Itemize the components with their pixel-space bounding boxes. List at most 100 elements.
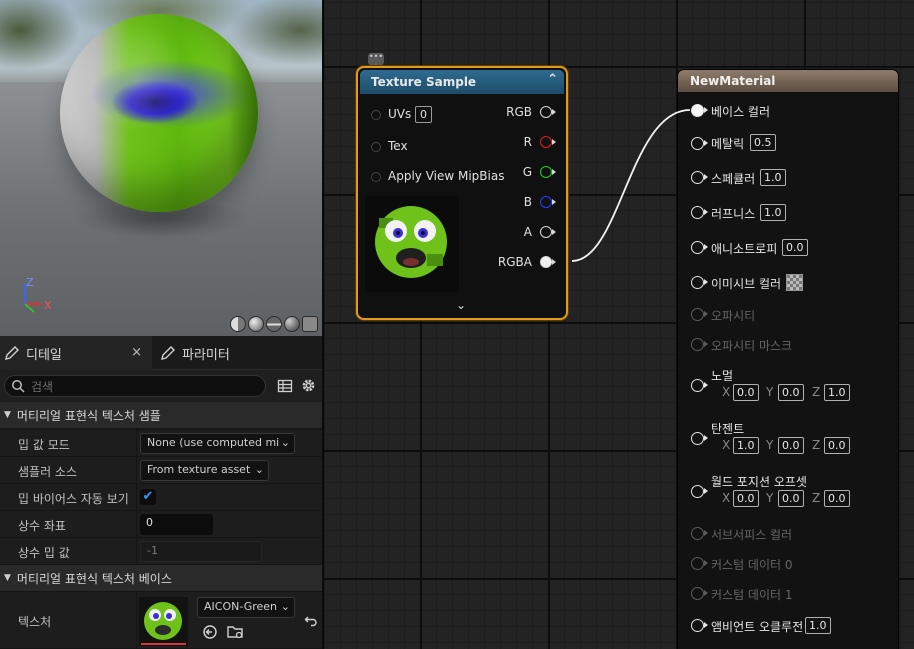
axis-x-label: X bbox=[722, 438, 731, 452]
a-output-label: A bbox=[523, 225, 532, 239]
property-row-const-mip-value: 상수 밉 값 -1 bbox=[0, 538, 322, 565]
expand-chevron-icon[interactable]: ⌄ bbox=[456, 298, 466, 312]
axis-x-label: X bbox=[722, 491, 731, 505]
uvs-input-pin[interactable] bbox=[371, 110, 381, 120]
browse-folder-icon[interactable] bbox=[227, 624, 245, 640]
search-input[interactable]: 검색 bbox=[4, 375, 266, 397]
material-result-node[interactable]: NewMaterial 베이스 컬러 메탈릭 0.5 스페큘러 1.0 러프니스… bbox=[678, 70, 898, 649]
uvs-input-label: UVs bbox=[388, 107, 412, 121]
cube-preview-icon[interactable] bbox=[248, 316, 264, 332]
emissive-color-pin[interactable] bbox=[691, 276, 708, 289]
axis-x-label: X bbox=[44, 299, 52, 312]
custom-mesh-preview-icon[interactable] bbox=[302, 316, 318, 332]
property-label: 밉 값 모드 bbox=[18, 438, 70, 452]
chevron-down-icon: ▼ bbox=[4, 573, 11, 583]
metallic-pin[interactable] bbox=[691, 137, 708, 150]
details-search-row: 검색 bbox=[0, 370, 322, 402]
tangent-y-value[interactable]: 0.0 bbox=[778, 437, 804, 454]
r-output-pin[interactable] bbox=[540, 136, 556, 148]
comment-bubble-icon[interactable]: ••• bbox=[368, 53, 384, 65]
world-position-offset-pin[interactable] bbox=[691, 485, 708, 498]
roughness-pin[interactable] bbox=[691, 206, 708, 219]
divider bbox=[136, 484, 137, 510]
plane-preview-icon[interactable] bbox=[266, 316, 282, 332]
normal-y-value[interactable]: 0.0 bbox=[778, 384, 804, 401]
const-coordinate-field[interactable]: 0 bbox=[140, 514, 213, 535]
texture-sample-node-header[interactable]: Texture Sample ⌃ bbox=[360, 70, 564, 94]
r-output-label: R bbox=[523, 135, 532, 149]
property-label: 상수 밉 값 bbox=[18, 546, 70, 560]
wpo-z-value[interactable]: 0.0 bbox=[824, 490, 850, 507]
dropdown-value: From texture asset bbox=[147, 463, 251, 476]
axis-z-label: Z bbox=[26, 276, 34, 289]
tangent-x-value[interactable]: 1.0 bbox=[733, 437, 759, 454]
tab-parameters[interactable]: 파라미터 bbox=[156, 336, 316, 370]
cylinder-preview-icon[interactable] bbox=[284, 316, 300, 332]
roughness-value[interactable]: 1.0 bbox=[760, 204, 786, 221]
property-label: 밉 바이어스 자동 보기 bbox=[18, 492, 129, 506]
texture-sample-node[interactable]: Texture Sample ⌃ UVs 0 Tex Apply View Mi… bbox=[356, 66, 568, 320]
world-position-offset-label: 월드 포지션 오프셋 bbox=[711, 475, 807, 489]
texture-preview-image bbox=[365, 196, 459, 292]
gear-icon[interactable] bbox=[300, 377, 317, 394]
b-output-pin[interactable] bbox=[540, 196, 556, 208]
section-texture-sample-header[interactable]: ▼ 머티리얼 표현식 텍스처 샘플 bbox=[0, 402, 322, 428]
tab-details[interactable]: 디테일 × bbox=[0, 336, 152, 370]
search-icon bbox=[12, 380, 25, 393]
b-output-label: B bbox=[523, 195, 532, 209]
table-view-icon[interactable] bbox=[277, 378, 293, 394]
sampler-source-dropdown[interactable]: From texture asset ⌄ bbox=[140, 460, 269, 481]
normal-z-value[interactable]: 1.0 bbox=[824, 384, 850, 401]
normal-pin[interactable] bbox=[691, 379, 708, 392]
property-row-auto-view-mip-bias: 밉 바이어스 자동 보기 ✔ bbox=[0, 484, 322, 511]
ambient-occlusion-value[interactable]: 1.0 bbox=[805, 617, 831, 634]
ambient-occlusion-label: 앰비언트 오클루전 bbox=[711, 620, 804, 634]
specular-pin[interactable] bbox=[691, 171, 708, 184]
base-color-pin[interactable] bbox=[691, 104, 708, 117]
custom-data-0-pin bbox=[691, 557, 708, 570]
wpo-x-value[interactable]: 0.0 bbox=[733, 490, 759, 507]
specular-value[interactable]: 1.0 bbox=[760, 169, 786, 186]
uvs-value-field[interactable]: 0 bbox=[415, 106, 432, 123]
ambient-occlusion-pin[interactable] bbox=[691, 619, 708, 632]
use-selected-asset-icon[interactable] bbox=[202, 624, 218, 640]
tangent-z-value[interactable]: 0.0 bbox=[824, 437, 850, 454]
material-node-header[interactable]: NewMaterial bbox=[678, 70, 898, 92]
material-preview-viewport[interactable]: Z X bbox=[0, 0, 322, 336]
emissive-color-label: 이미시브 컬러 bbox=[711, 277, 782, 291]
texture-thumbnail[interactable] bbox=[139, 597, 188, 646]
emissive-color-swatch[interactable] bbox=[786, 274, 803, 291]
opacity-mask-pin bbox=[691, 338, 708, 351]
texture-asset-dropdown[interactable]: AICON-Green ⌄ bbox=[197, 597, 295, 618]
tex-input-pin[interactable] bbox=[371, 142, 381, 152]
sphere-preview-icon[interactable] bbox=[230, 316, 246, 332]
dropdown-value: AICON-Green bbox=[204, 600, 278, 613]
subsurface-color-label: 서브서피스 컬러 bbox=[711, 528, 793, 542]
normal-x-value[interactable]: 0.0 bbox=[733, 384, 759, 401]
a-output-pin[interactable] bbox=[540, 226, 556, 238]
section-texture-base-header[interactable]: ▼ 머티리얼 표현식 텍스처 베이스 bbox=[0, 565, 322, 591]
reset-arrow-icon[interactable] bbox=[304, 614, 318, 628]
search-placeholder: 검색 bbox=[31, 379, 54, 394]
chevron-up-icon[interactable]: ⌃ bbox=[547, 72, 558, 87]
axis-y-label: Y bbox=[766, 491, 774, 505]
anisotropy-value[interactable]: 0.0 bbox=[782, 239, 808, 256]
preview-mesh-buttons bbox=[230, 316, 318, 332]
close-icon[interactable]: × bbox=[131, 345, 142, 360]
custom-data-0-label: 커스텀 데이터 0 bbox=[711, 558, 793, 572]
auto-view-mip-bias-checkbox[interactable]: ✔ bbox=[140, 489, 156, 505]
tangent-pin[interactable] bbox=[691, 432, 708, 445]
property-row-sampler-source: 샘플러 소스 From texture asset ⌄ bbox=[0, 457, 322, 484]
g-output-pin[interactable] bbox=[540, 166, 556, 178]
pencil-icon bbox=[161, 346, 175, 360]
metallic-label: 메탈릭 bbox=[711, 137, 745, 151]
tab-details-label: 디테일 bbox=[26, 347, 62, 363]
rgb-output-pin[interactable] bbox=[540, 106, 556, 118]
anisotropy-pin[interactable] bbox=[691, 241, 708, 254]
wpo-y-value[interactable]: 0.0 bbox=[778, 490, 804, 507]
rgba-output-pin[interactable] bbox=[540, 256, 556, 268]
axis-y-label: Y bbox=[766, 385, 774, 399]
apply-view-mipbias-input-pin[interactable] bbox=[371, 172, 381, 182]
metallic-value[interactable]: 0.5 bbox=[750, 134, 776, 151]
mip-value-mode-dropdown[interactable]: None (use computed mip ⌄ bbox=[140, 433, 295, 454]
